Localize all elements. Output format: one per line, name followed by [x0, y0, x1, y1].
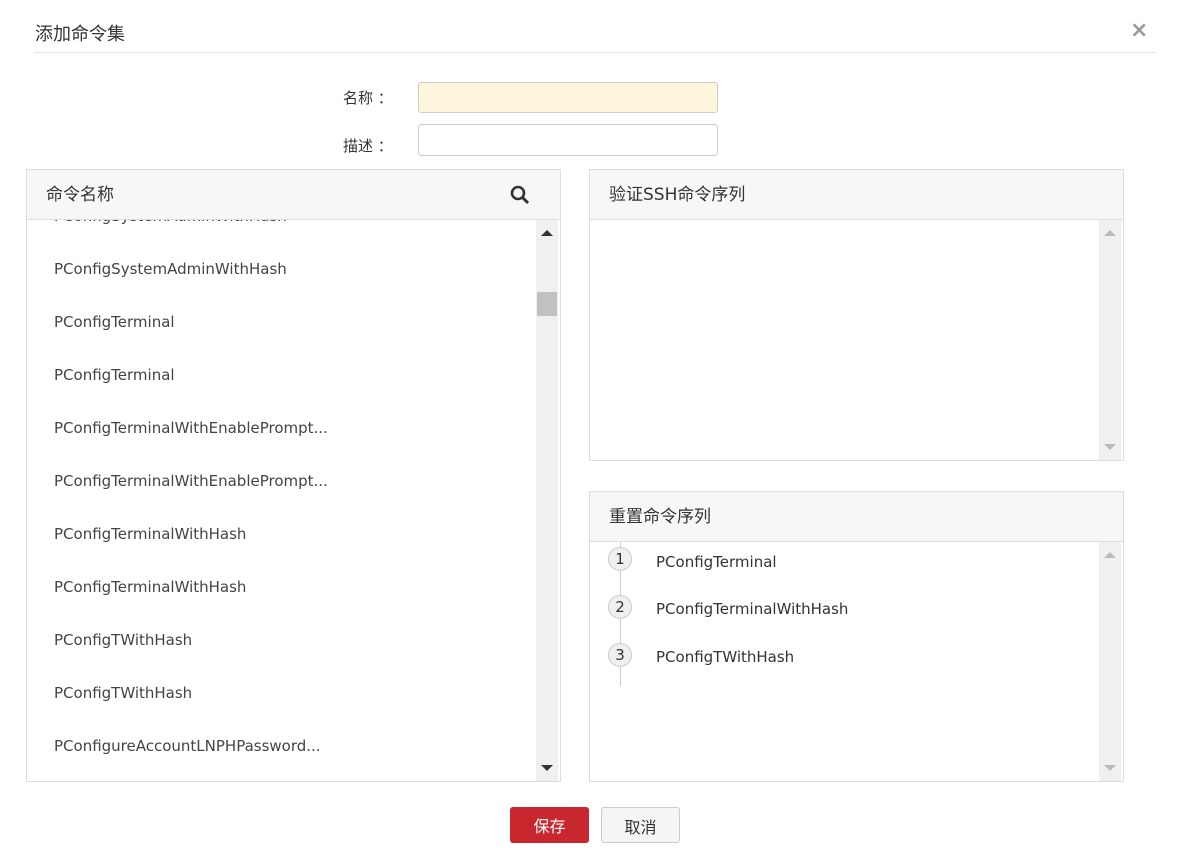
command-item[interactable]: PConfigTerminalWithHash	[27, 508, 536, 561]
step-number: 3	[608, 643, 632, 667]
command-item[interactable]: PConfigSystemAdminWithHash	[27, 220, 536, 243]
scrollbar[interactable]	[536, 220, 558, 781]
command-item[interactable]: PConfigTWithHash	[27, 667, 536, 720]
command-list-panel: 命令名称 PConfigSystemAdminWithHashPConfigSy…	[26, 169, 561, 782]
save-button[interactable]: 保存	[510, 807, 589, 843]
scroll-up-icon[interactable]	[1104, 552, 1116, 558]
name-label: 名称 ：	[343, 89, 393, 107]
command-item[interactable]: PConfigSystemAdminWithHash	[27, 243, 536, 296]
command-item[interactable]: PConfigTerminalWithEnablePrompt...	[27, 455, 536, 508]
scroll-up-icon[interactable]	[1104, 230, 1116, 236]
cancel-button[interactable]: 取消	[601, 807, 680, 843]
reset-sequence-title: 重置命令序列	[609, 507, 711, 527]
scroll-down-icon[interactable]	[1104, 444, 1116, 450]
step-number: 2	[608, 595, 632, 619]
step-number: 1	[608, 547, 632, 571]
dialog-title: 添加命令集	[35, 24, 125, 45]
scroll-thumb[interactable]	[537, 292, 557, 316]
description-label: 描述 ：	[343, 137, 393, 155]
command-list: PConfigSystemAdminWithHashPConfigSystemA…	[27, 220, 536, 773]
close-icon[interactable]: ×	[1130, 18, 1148, 43]
scrollbar[interactable]	[1099, 542, 1121, 781]
verify-ssh-title: 验证SSH命令序列	[609, 185, 746, 205]
scroll-up-icon[interactable]	[541, 230, 553, 236]
command-list-header: 命令名称	[27, 170, 560, 220]
step-name: PConfigTerminal	[656, 553, 777, 571]
command-item[interactable]: PConfigTWithHash	[27, 614, 536, 667]
divider	[34, 52, 1156, 53]
description-input[interactable]	[418, 124, 718, 156]
scrollbar[interactable]	[1099, 220, 1121, 460]
search-icon[interactable]	[510, 185, 530, 205]
command-item[interactable]: PConfigureAccountLNPHPassword...	[27, 720, 536, 773]
command-item[interactable]: PConfigTerminal	[27, 349, 536, 402]
command-item[interactable]: PConfigTerminalWithEnablePrompt...	[27, 402, 536, 455]
step-name: PConfigTWithHash	[656, 648, 795, 666]
step-name: PConfigTerminalWithHash	[656, 600, 849, 618]
verify-ssh-panel: 验证SSH命令序列	[589, 169, 1124, 461]
command-list-title: 命令名称	[46, 185, 114, 205]
verify-ssh-list[interactable]	[590, 220, 1123, 460]
command-item[interactable]: PConfigTerminal	[27, 296, 536, 349]
reset-sequence-panel: 重置命令序列 1 PConfigTerminal 2 PConfigTerminal…	[589, 491, 1124, 782]
scroll-down-icon[interactable]	[1104, 765, 1116, 771]
command-item[interactable]: PConfigTerminalWithHash	[27, 561, 536, 614]
name-input[interactable]	[418, 82, 718, 113]
scroll-down-icon[interactable]	[541, 765, 553, 771]
